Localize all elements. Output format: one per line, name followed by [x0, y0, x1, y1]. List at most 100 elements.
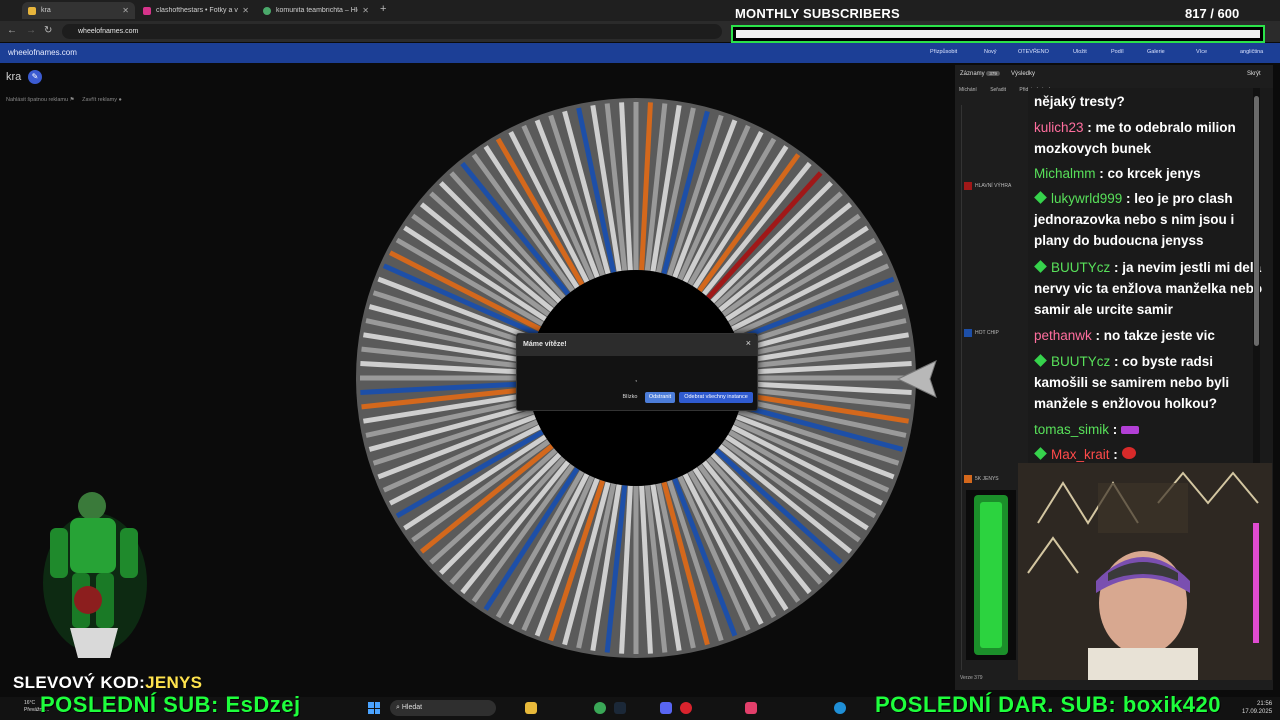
back-icon[interactable]: ←: [7, 25, 17, 36]
chrome-icon[interactable]: [594, 702, 606, 714]
edge-icon[interactable]: [834, 702, 846, 714]
browser-tab-bar: kra ✕ clashofthestars • Fotky a videa ✕ …: [0, 0, 1280, 21]
subs-progress-fill: [736, 30, 1260, 38]
url-field[interactable]: wheelofnames.com: [62, 24, 722, 39]
forward-icon[interactable]: →: [26, 25, 36, 36]
subs-progress-bar: [731, 25, 1265, 43]
last-sub-ticker: POSLEDNÍ SUB: EsDzej: [40, 692, 301, 717]
file-explorer-icon[interactable]: [525, 702, 537, 714]
close-icon[interactable]: ×: [746, 338, 751, 348]
taskbar-search[interactable]: ⌕ Hledat: [390, 700, 496, 716]
taskbar-clock[interactable]: 21:56 17.09.2025: [1242, 700, 1272, 716]
chat-user: kulich23: [1034, 120, 1084, 135]
chat-text: co krcek jenys: [1107, 166, 1201, 181]
remove-all-button[interactable]: Odebrat všechny instance: [679, 392, 753, 403]
entries-count-badge: 379: [986, 71, 1000, 76]
subs-title: MONTHLY SUBSCRIBERS: [735, 6, 900, 21]
tab-results[interactable]: Výsledky: [1011, 71, 1035, 77]
close-button[interactable]: Blízko: [619, 392, 641, 403]
wheel-title: kra: [6, 71, 22, 83]
chat-text: no takze jeste vic: [1103, 328, 1215, 343]
tab-kra[interactable]: kra ✕: [22, 2, 135, 19]
menu-share[interactable]: Podíl: [1111, 49, 1124, 55]
webcam-image: [1018, 463, 1272, 680]
dialog-title: Máme vítěze!: [523, 341, 567, 348]
webcam-feed: [1018, 463, 1272, 680]
close-tab-icon[interactable]: ✕: [242, 6, 249, 15]
tab-label: komunita teambrichta – Hledat: [276, 7, 358, 14]
chat-user: lukywrld999: [1051, 191, 1123, 206]
menu-more[interactable]: Více: [1196, 49, 1207, 55]
sub-badge-icon: [1034, 354, 1047, 367]
list-item[interactable]: HOT CHIP: [964, 329, 999, 337]
close-ads-link[interactable]: Zavřít reklamy: [82, 97, 117, 103]
chat-scroll-thumb[interactable]: [1254, 96, 1259, 346]
site-header: wheelofnames.com Přizpůsobit Nový OTEVŘE…: [0, 43, 1280, 63]
list-item[interactable]: 5K JENYS: [964, 475, 999, 483]
chat-message: pethanwk : no takze jeste vic: [1034, 328, 1215, 343]
new-tab-icon[interactable]: +: [380, 3, 386, 15]
last-gift-sub-ticker: POSLEDNÍ DAR. SUB: boxik420: [875, 692, 1222, 717]
chat-message: BUUTYcz : ja nevim jestli mi dela nervy …: [1034, 260, 1263, 317]
hide-button[interactable]: Skrýt: [1247, 71, 1261, 77]
close-tab-icon[interactable]: ✕: [362, 6, 369, 15]
report-ad-link[interactable]: Nahlásit špatnou reklamu: [6, 97, 68, 103]
chat-message: tomas_simik :: [1034, 419, 1270, 440]
chat-user: pethanwk: [1034, 328, 1092, 343]
chat-scrollbar[interactable]: [1253, 88, 1260, 463]
tab-label: clashofthestars • Fotky a videa: [156, 7, 238, 14]
sub-badge-icon: [1034, 191, 1047, 204]
sub-badge-icon: [1034, 447, 1047, 460]
tab-entries[interactable]: Záznamy 379: [960, 71, 1000, 77]
booster-character-logo: [43, 492, 147, 658]
chat-user: Max_krait: [1051, 447, 1110, 462]
chat-message: lukywrld999 : leo je pro clash jednorazo…: [1034, 191, 1235, 248]
promo-code: SLEVOVÝ KOD:JENYS: [13, 673, 202, 693]
color-swatch: [964, 329, 972, 337]
windows-icon[interactable]: [368, 702, 380, 714]
sort-button[interactable]: Seřadit: [990, 87, 1006, 93]
music-icon[interactable]: [745, 702, 757, 714]
search-icon: ⌕: [396, 704, 400, 711]
edit-icon[interactable]: ✎: [28, 70, 42, 84]
chat-message: Michalmm : co krcek jenys: [1034, 166, 1201, 181]
menu-save[interactable]: Uložit: [1073, 49, 1087, 55]
url-text: wheelofnames.com: [78, 28, 139, 35]
emote-icon: [1121, 447, 1136, 459]
version-label: Verze 379: [960, 675, 983, 681]
instagram-icon: [143, 6, 151, 15]
tab-komunita[interactable]: komunita teambrichta – Hledat ✕: [257, 2, 375, 19]
winner-name: ,: [635, 374, 638, 383]
menu-gallery[interactable]: Galerie: [1147, 49, 1165, 55]
tab-label: kra: [41, 7, 51, 14]
dialog-header: Máme vítěze! ×: [517, 334, 757, 356]
menu-customize[interactable]: Přizpůsobit: [930, 49, 957, 55]
subs-count: 817 / 600: [1185, 6, 1240, 21]
chat-message: Max_krait :: [1034, 444, 1270, 463]
promo-label: SLEVOVÝ KOD:: [13, 673, 146, 692]
chat-message: nějaký tresty?: [1034, 91, 1270, 112]
chat-user: Michalmm: [1034, 166, 1096, 181]
tab-favicon-icon: [263, 6, 271, 15]
menu-language[interactable]: angličtina: [1240, 49, 1263, 55]
list-item[interactable]: HLAVNÍ VÝHRA: [964, 182, 1011, 190]
wheel-pointer-icon: [896, 360, 937, 398]
promo-code-value: JENYS: [145, 673, 203, 692]
chat-user: BUUTYcz: [1051, 260, 1111, 275]
remove-button[interactable]: Odstranit: [645, 392, 675, 403]
discord-icon[interactable]: [660, 702, 672, 714]
tab-clashofthestars[interactable]: clashofthestars • Fotky a videa ✕: [137, 2, 255, 19]
steam-icon[interactable]: [614, 702, 626, 714]
menu-open[interactable]: OTEVŘENO: [1018, 49, 1049, 55]
sub-badge-icon: [1034, 260, 1047, 273]
site-name[interactable]: wheelofnames.com: [8, 48, 77, 57]
emote-icon: [1121, 426, 1140, 434]
jenyss-logo: [966, 490, 1016, 660]
shuffle-button[interactable]: Míchání: [959, 87, 977, 93]
panel-tabs: Záznamy 379 Výsledky Skrýt: [955, 65, 1273, 85]
close-tab-icon[interactable]: ✕: [122, 6, 129, 15]
reload-icon[interactable]: ↻: [44, 25, 52, 36]
chat-text: nějaký tresty?: [1034, 94, 1125, 109]
opera-icon[interactable]: [680, 702, 692, 714]
menu-new[interactable]: Nový: [984, 49, 997, 55]
